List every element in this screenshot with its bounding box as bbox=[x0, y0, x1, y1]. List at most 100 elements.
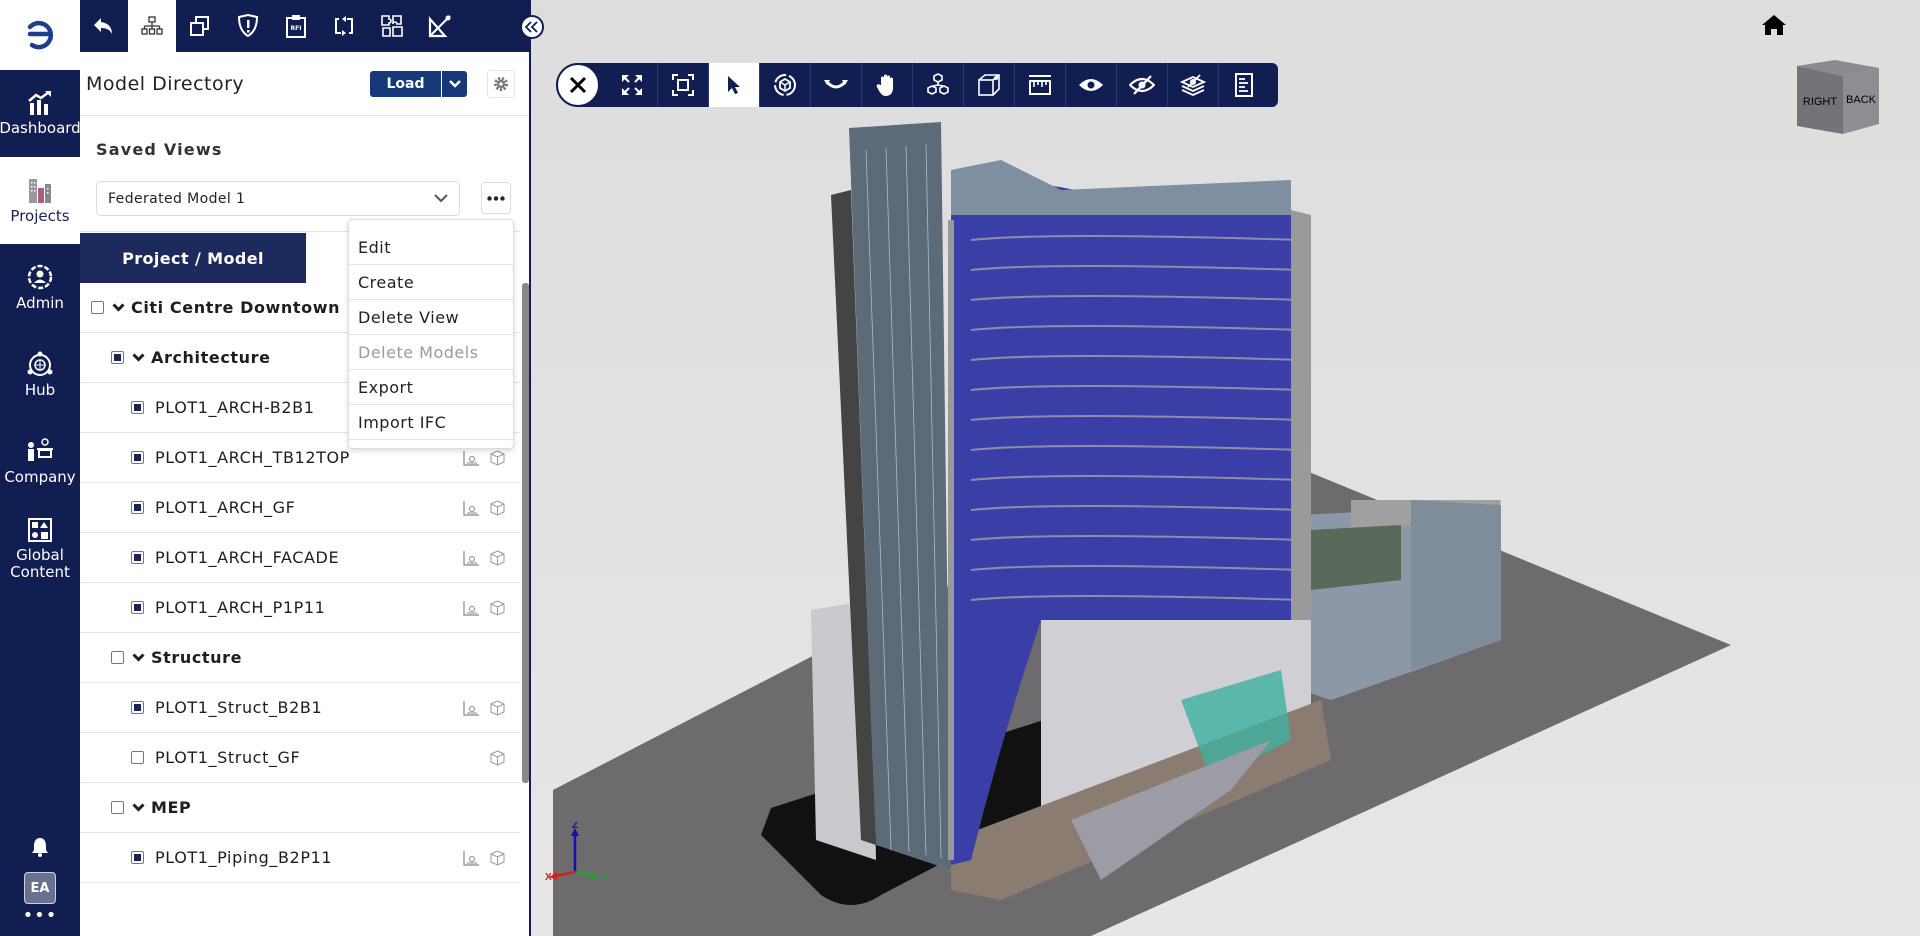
load-dropdown-button[interactable] bbox=[442, 70, 467, 97]
menu-item-create[interactable]: Create bbox=[349, 265, 513, 300]
model-row[interactable]: PLOT1_Struct_B2B1 bbox=[80, 683, 520, 733]
row-checkbox[interactable] bbox=[111, 801, 124, 814]
3d-cube-icon[interactable] bbox=[490, 600, 505, 620]
tree-scrollbar[interactable] bbox=[522, 283, 529, 783]
copy-button[interactable] bbox=[176, 0, 224, 52]
properties-button[interactable] bbox=[1218, 63, 1269, 107]
show-button[interactable] bbox=[1065, 63, 1116, 107]
chevron-down-icon[interactable] bbox=[132, 353, 145, 362]
double-chevron-left-icon bbox=[525, 21, 538, 33]
issues-button[interactable] bbox=[224, 0, 272, 52]
hide-button[interactable] bbox=[1116, 63, 1167, 107]
row-checkbox[interactable] bbox=[131, 601, 144, 614]
fullscreen-icon bbox=[621, 75, 642, 95]
nav-item-projects[interactable]: Projects bbox=[0, 157, 80, 244]
home-view-button[interactable] bbox=[1761, 14, 1787, 40]
row-checkbox[interactable] bbox=[131, 851, 144, 864]
3d-cube-icon[interactable] bbox=[490, 450, 505, 470]
settings-button[interactable] bbox=[487, 69, 515, 98]
nav-item-hub[interactable]: Hub bbox=[0, 331, 80, 418]
nav-item-global-content[interactable]: Global Content bbox=[0, 505, 80, 592]
model-row[interactable]: PLOT1_ARCH_P1P11 bbox=[80, 583, 520, 633]
explode-button[interactable] bbox=[912, 63, 963, 107]
building-model[interactable] bbox=[531, 0, 1920, 936]
2d-view-icon[interactable] bbox=[463, 850, 480, 870]
menu-item-export[interactable]: Export bbox=[349, 370, 513, 405]
puzzle-button[interactable] bbox=[368, 0, 416, 52]
rfi-clipboard-icon: RFI bbox=[286, 15, 306, 38]
axis-y-label: Y bbox=[601, 872, 608, 882]
bell-icon[interactable] bbox=[30, 836, 50, 858]
isolate-layers-icon bbox=[1180, 74, 1206, 96]
saved-view-select[interactable]: Federated Model 1 bbox=[96, 181, 460, 216]
3d-viewer[interactable]: RIGHT BACK Z X Y bbox=[531, 0, 1920, 936]
pan-button[interactable] bbox=[861, 63, 912, 107]
back-button[interactable] bbox=[80, 0, 128, 52]
row-checkbox[interactable] bbox=[111, 651, 124, 664]
isolate-button[interactable] bbox=[1167, 63, 1218, 107]
row-checkbox[interactable] bbox=[131, 501, 144, 514]
2d-view-icon[interactable] bbox=[463, 500, 480, 520]
model-row[interactable]: PLOT1_Piping_B2P11 bbox=[80, 833, 520, 883]
model-row[interactable]: PLOT1_ARCH_GF bbox=[80, 483, 520, 533]
row-checkbox[interactable] bbox=[131, 551, 144, 564]
model-row[interactable]: PLOT1_Struct_GF bbox=[80, 733, 520, 783]
row-checkbox[interactable] bbox=[91, 301, 104, 314]
fit-view-button[interactable] bbox=[657, 63, 708, 107]
shapes-icon bbox=[28, 517, 52, 542]
menu-item-delete-view[interactable]: Delete View bbox=[349, 300, 513, 335]
2d-view-icon[interactable] bbox=[463, 450, 480, 470]
home-icon bbox=[1762, 15, 1786, 35]
hierarchy-button[interactable] bbox=[128, 0, 176, 52]
panel-title: Model Directory bbox=[86, 72, 245, 95]
2d-view-icon[interactable] bbox=[463, 550, 480, 570]
measure-button[interactable] bbox=[416, 0, 464, 52]
nav-bottom: EA ••• bbox=[0, 836, 80, 936]
orbit-button[interactable] bbox=[759, 63, 810, 107]
menu-item-import-ifc[interactable]: Import IFC bbox=[349, 405, 513, 440]
avatar[interactable]: EA bbox=[24, 872, 56, 904]
3d-cube-icon[interactable] bbox=[490, 550, 505, 570]
row-checkbox[interactable] bbox=[131, 401, 144, 414]
3d-cube-icon[interactable] bbox=[490, 850, 505, 870]
row-label: MEP bbox=[151, 798, 192, 817]
3d-cube-icon[interactable] bbox=[490, 700, 505, 720]
row-checkbox[interactable] bbox=[111, 351, 124, 364]
nav-item-admin[interactable]: Admin bbox=[0, 244, 80, 331]
2d-view-icon[interactable] bbox=[463, 600, 480, 620]
collapse-panel-button[interactable] bbox=[520, 15, 544, 39]
tab-project-model[interactable]: Project / Model bbox=[80, 233, 306, 283]
fullscreen-button[interactable] bbox=[606, 63, 657, 107]
chevron-down-icon[interactable] bbox=[112, 303, 125, 312]
sync-button[interactable] bbox=[320, 0, 368, 52]
rfi-button[interactable]: RFI bbox=[272, 0, 320, 52]
row-checkbox[interactable] bbox=[131, 701, 144, 714]
viewcube[interactable]: RIGHT BACK bbox=[1793, 56, 1883, 140]
3d-cube-icon[interactable] bbox=[490, 750, 505, 770]
more-icon[interactable]: ••• bbox=[23, 907, 58, 925]
view-options-button[interactable] bbox=[481, 182, 511, 214]
row-label: PLOT1_ARCH-B2B1 bbox=[155, 398, 315, 417]
group-row[interactable]: Structure bbox=[80, 633, 520, 683]
close-viewer-button[interactable] bbox=[556, 63, 600, 107]
model-row[interactable]: PLOT1_ARCH_FACADE bbox=[80, 533, 520, 583]
nav-item-dashboard[interactable]: Dashboard bbox=[0, 70, 81, 157]
viewer-toolbar bbox=[556, 63, 1278, 107]
section-box-button[interactable] bbox=[963, 63, 1014, 107]
select-button[interactable] bbox=[708, 63, 759, 107]
rotate-button[interactable] bbox=[810, 63, 861, 107]
row-checkbox[interactable] bbox=[131, 751, 144, 764]
group-row[interactable]: MEP bbox=[80, 783, 520, 833]
nav-item-company[interactable]: Company bbox=[0, 418, 80, 505]
logo[interactable] bbox=[0, 0, 80, 70]
3d-cube-icon[interactable] bbox=[490, 500, 505, 520]
puzzle-icon bbox=[381, 15, 403, 37]
chevron-down-icon[interactable] bbox=[132, 803, 145, 812]
2d-view-icon[interactable] bbox=[463, 700, 480, 720]
menu-item-edit[interactable]: Edit bbox=[349, 230, 513, 265]
row-checkbox[interactable] bbox=[131, 451, 144, 464]
load-button[interactable]: Load bbox=[370, 70, 442, 97]
company-desk-icon bbox=[28, 438, 53, 461]
chevron-down-icon[interactable] bbox=[132, 653, 145, 662]
measure-ruler-button[interactable] bbox=[1014, 63, 1065, 107]
